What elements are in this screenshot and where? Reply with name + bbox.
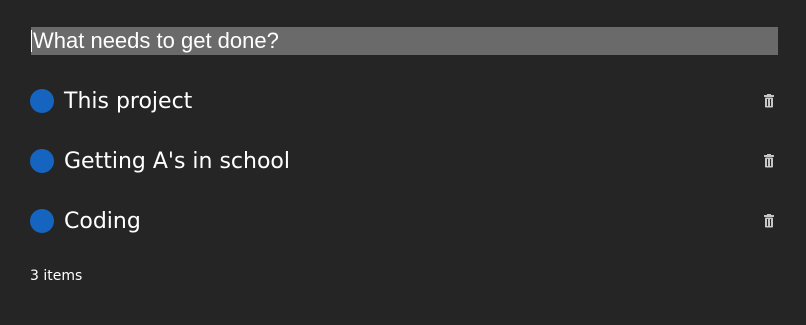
todo-label[interactable]: Coding [64,208,141,236]
items-count: 3 items [30,268,83,284]
text-cursor [31,30,32,52]
todo-item: This project [30,87,778,117]
delete-todo-trash-icon[interactable] [763,214,775,228]
delete-todo-trash-icon[interactable] [763,154,775,168]
todo-item: Getting A's in school [30,147,778,177]
todo-label[interactable]: This project [64,88,192,116]
new-todo-input[interactable] [31,27,778,55]
toggle-complete-circle-icon[interactable] [30,209,54,233]
toggle-complete-circle-icon[interactable] [30,89,54,113]
todo-label[interactable]: Getting A's in school [64,148,290,176]
toggle-complete-circle-icon[interactable] [30,149,54,173]
delete-todo-trash-icon[interactable] [763,94,775,108]
todo-item: Coding [30,207,778,237]
